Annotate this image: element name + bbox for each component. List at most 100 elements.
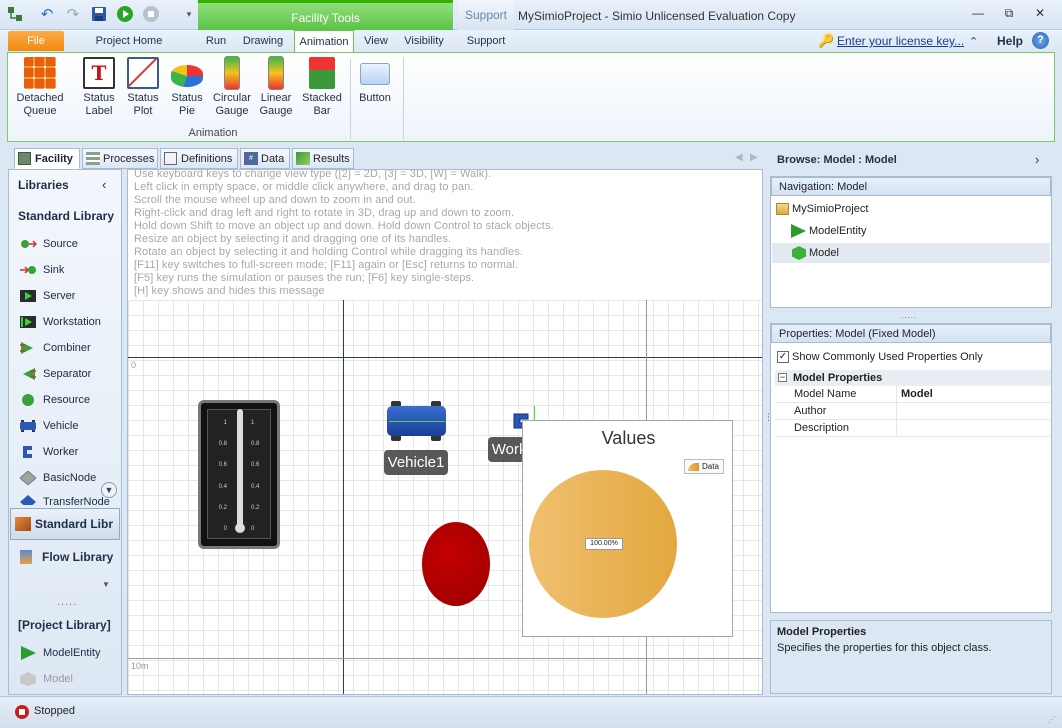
library-item-sink[interactable]: Sink: [19, 259, 64, 281]
tab-run[interactable]: Run: [200, 30, 232, 52]
hint-line: [F11] key switches to full-screen mode; …: [134, 259, 519, 271]
library-item-source[interactable]: Source: [19, 233, 78, 255]
tab-definitions[interactable]: Definitions: [160, 148, 238, 169]
tab-drawing[interactable]: Drawing: [238, 30, 288, 52]
hint-line: Rotate an object by selecting it and hol…: [134, 246, 523, 258]
collapse-ribbon-icon[interactable]: ⌃: [969, 35, 978, 48]
right-splitter-dots[interactable]: .....: [901, 311, 917, 320]
tab-definitions-label: Definitions: [181, 153, 233, 165]
status-label-button[interactable]: T Status Label: [78, 57, 120, 118]
library-item-label: Worker: [43, 446, 79, 458]
customize-quick-access-icon[interactable]: ▾: [180, 5, 198, 23]
tab-support[interactable]: Support: [460, 30, 512, 52]
tree-item-modelentity[interactable]: ModelEntity: [789, 221, 866, 241]
tab-processes[interactable]: Processes: [82, 148, 158, 169]
tree-item-label: MySimioProject: [792, 203, 869, 215]
tab-view[interactable]: View: [360, 30, 392, 52]
library-item-label: ModelEntity: [43, 647, 101, 659]
save-icon[interactable]: [90, 5, 108, 23]
project-item-modelentity[interactable]: ModelEntity: [19, 642, 100, 664]
library-item-separator[interactable]: Separator: [19, 363, 91, 385]
tab-animation[interactable]: Animation: [294, 30, 354, 52]
standard-library-icon: [15, 517, 31, 531]
restore-button[interactable]: ⧉: [999, 6, 1019, 24]
gauge-tube: [237, 409, 243, 527]
library-item-label: Vehicle: [43, 420, 79, 432]
circular-gauge-button[interactable]: Circular Gauge: [210, 57, 254, 118]
prop-row-description[interactable]: Description: [775, 420, 1051, 437]
tree-item-model[interactable]: Model: [772, 243, 1050, 263]
tab-data[interactable]: # Data: [240, 148, 290, 169]
library-item-transfernode[interactable]: TransferNode: [19, 491, 110, 505]
stop-icon[interactable]: [142, 5, 160, 23]
linear-gauge[interactable]: 1 0.8 0.6 0.4 0.2 0 1 0.8 0.6 0.4 0.2 0: [198, 400, 280, 549]
tab-scroll-left-icon[interactable]: ◀: [735, 152, 743, 163]
library-item-server[interactable]: Server: [19, 285, 75, 307]
status-pie-label-1: Status: [171, 92, 203, 104]
tree-item-project[interactable]: MySimioProject: [774, 199, 868, 219]
grid-major-line: [128, 658, 762, 659]
circular-gauge-icon: [225, 57, 239, 89]
project-item-model[interactable]: Model: [19, 668, 73, 690]
facility-canvas[interactable]: 0 10m Use keyboard keys to change view t…: [127, 169, 763, 695]
prop-group-label: Model Properties: [793, 372, 883, 384]
status-pie-icon: [171, 65, 203, 87]
status-pie-button[interactable]: Status Pie: [166, 57, 208, 118]
linear-gauge-button[interactable]: Linear Gauge: [254, 57, 298, 118]
library-item-basicnode[interactable]: BasicNode: [19, 467, 96, 489]
show-common-checkbox[interactable]: ✓: [777, 351, 789, 363]
help-menu[interactable]: Help: [997, 34, 1023, 48]
linear-gauge-label-1: Linear: [260, 92, 292, 104]
run-icon[interactable]: [116, 5, 134, 23]
prop-row-author[interactable]: Author: [775, 403, 1051, 420]
license-key-link[interactable]: Enter your license key...: [837, 34, 964, 48]
collapse-group-icon[interactable]: −: [778, 373, 787, 382]
basicnode-icon: [19, 471, 37, 485]
app-menu-icon[interactable]: [6, 5, 24, 23]
vehicle-path-line: [389, 421, 445, 422]
help-icon[interactable]: ?: [1032, 32, 1049, 49]
collapse-libraries-icon[interactable]: ‹: [102, 177, 106, 192]
tab-project-home[interactable]: Project Home: [88, 30, 170, 52]
tab-facility[interactable]: Facility: [14, 148, 80, 169]
linear-gauge-label-2: Gauge: [259, 105, 293, 117]
prop-name: Model Name: [794, 388, 857, 400]
tab-visibility[interactable]: Visibility: [399, 30, 449, 52]
redo-icon[interactable]: ↷: [64, 5, 82, 23]
resize-grip[interactable]: ⋰: [1048, 715, 1056, 724]
minimize-button[interactable]: —: [968, 6, 988, 24]
library-item-workstation[interactable]: Workstation: [19, 311, 101, 333]
flow-library-tab[interactable]: Flow Library: [10, 542, 120, 572]
vehicle1-object[interactable]: [387, 401, 447, 441]
prop-value[interactable]: Model: [901, 388, 933, 400]
splitter-grip[interactable]: .....: [57, 596, 77, 608]
tab-file[interactable]: File: [8, 31, 64, 51]
more-libraries-icon[interactable]: ▼: [102, 580, 110, 589]
library-item-label: Source: [43, 238, 78, 250]
undo-icon[interactable]: ↶: [38, 5, 56, 23]
library-item-label: Sink: [43, 264, 65, 276]
stacked-bar-button[interactable]: Stacked Bar: [300, 57, 344, 118]
standard-library-tab[interactable]: Standard Libr: [10, 508, 120, 540]
detached-queue-button[interactable]: Detached Queue: [14, 57, 66, 118]
close-button[interactable]: ✕: [1030, 6, 1050, 24]
status-ellipse[interactable]: [422, 522, 490, 606]
library-item-resource[interactable]: Resource: [19, 389, 90, 411]
library-item-vehicle[interactable]: Vehicle: [19, 415, 78, 437]
hint-line: [H] key shows and hides this message: [134, 285, 325, 297]
library-item-worker[interactable]: Worker: [19, 441, 78, 463]
scroll-down-icon[interactable]: ▼: [101, 482, 117, 498]
properties-header: Properties: Model (Fixed Model): [771, 324, 1051, 343]
tab-scroll-right-icon[interactable]: ▶: [750, 152, 758, 163]
status-bar: Stopped ⋰: [0, 696, 1062, 728]
prop-row-model-name[interactable]: Model Name Model: [775, 386, 1051, 403]
tab-results[interactable]: Results: [292, 148, 354, 169]
hint-line: Left click in empty space, or middle cli…: [134, 181, 474, 193]
button-button[interactable]: Button: [354, 57, 396, 105]
gauge-tick-label: 0: [223, 526, 227, 533]
expand-browse-icon[interactable]: ›: [1035, 152, 1039, 167]
status-pie-chart[interactable]: Values Data 100.00%: [522, 420, 733, 637]
status-plot-button[interactable]: Status Plot: [122, 57, 164, 118]
library-item-combiner[interactable]: Combiner: [19, 337, 91, 359]
axis-origin-label: 0: [131, 360, 137, 370]
